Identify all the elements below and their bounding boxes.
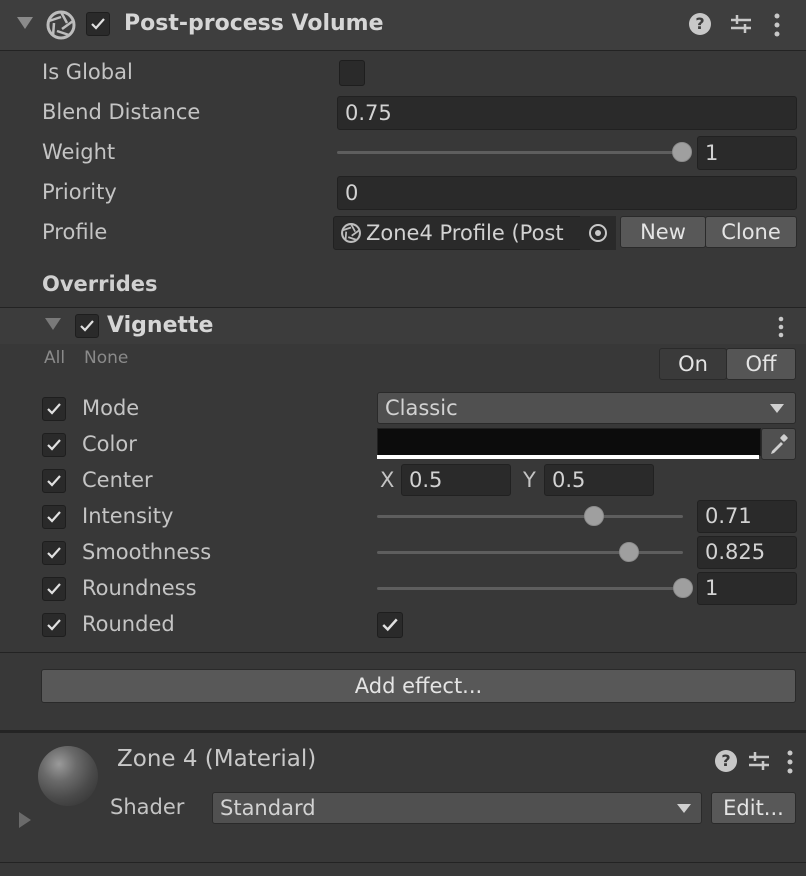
vignette-title: Vignette — [107, 313, 214, 338]
color-swatch[interactable] — [377, 428, 761, 456]
profile-aperture-icon — [340, 222, 362, 249]
blend-distance-label: Blend Distance — [42, 100, 201, 124]
weight-field[interactable]: 1 — [697, 136, 797, 170]
center-x-field[interactable]: 0.5 — [401, 464, 511, 496]
aperture-icon — [45, 9, 77, 46]
shader-label: Shader — [110, 795, 185, 819]
profile-label: Profile — [42, 220, 108, 244]
volume-header[interactable] — [0, 0, 806, 50]
profile-object-field[interactable]: Zone4 Profile (Post — [333, 216, 616, 250]
off-toggle-button[interactable]: Off — [726, 348, 796, 380]
material-preview-sphere — [38, 746, 98, 806]
center-label: Center — [82, 468, 153, 492]
smoothness-override-checkbox[interactable] — [42, 541, 66, 565]
center-x-label[interactable]: X — [380, 468, 394, 492]
object-picker-icon[interactable] — [580, 216, 616, 250]
mode-value: Classic — [385, 396, 458, 420]
smoothness-slider-thumb[interactable] — [619, 542, 640, 562]
material-title: Zone 4 (Material) — [117, 746, 317, 772]
intensity-field[interactable]: 0.71 — [697, 500, 797, 533]
rounded-label: Rounded — [82, 612, 175, 636]
rounded-override-checkbox[interactable] — [42, 613, 66, 637]
mode-label: Mode — [82, 396, 140, 420]
intensity-label: Intensity — [82, 504, 174, 528]
material-presets-icon[interactable] — [747, 749, 771, 778]
roundness-override-checkbox[interactable] — [42, 577, 66, 601]
mode-override-checkbox[interactable] — [42, 397, 66, 421]
priority-field[interactable]: 0 — [337, 176, 797, 210]
is-global-checkbox[interactable] — [339, 60, 365, 86]
add-effect-button[interactable]: Add effect... — [41, 669, 796, 703]
color-label: Color — [82, 432, 137, 456]
shader-dropdown[interactable]: Standard — [212, 792, 702, 824]
roundness-field[interactable]: 1 — [697, 572, 797, 605]
is-global-label: Is Global — [42, 60, 133, 84]
clone-profile-button[interactable]: Clone — [705, 216, 797, 248]
rounded-checkbox[interactable] — [377, 612, 403, 638]
color-alpha-bar — [377, 455, 759, 459]
blend-distance-field[interactable]: 0.75 — [337, 96, 797, 130]
presets-icon[interactable] — [729, 12, 753, 41]
intensity-slider-thumb[interactable] — [584, 506, 605, 526]
material-help-icon[interactable]: ? — [715, 750, 737, 772]
new-profile-button[interactable]: New — [620, 216, 706, 248]
foldout-arrow-icon[interactable] — [17, 17, 33, 29]
smoothness-field[interactable]: 0.825 — [697, 536, 797, 569]
on-toggle-button[interactable]: On — [659, 348, 727, 380]
shader-chevron-down-icon — [677, 804, 691, 813]
volume-enabled-checkbox[interactable] — [86, 12, 110, 36]
center-y-field[interactable]: 0.5 — [544, 464, 654, 496]
intensity-override-checkbox[interactable] — [42, 505, 66, 529]
priority-label: Priority — [42, 180, 117, 204]
edit-shader-button[interactable]: Edit... — [711, 792, 796, 824]
profile-value: Zone4 Profile (Post — [366, 221, 564, 245]
weight-label: Weight — [42, 140, 116, 164]
vignette-enabled-checkbox[interactable] — [75, 314, 99, 338]
roundness-slider-track[interactable] — [377, 587, 683, 590]
overrides-heading: Overrides — [42, 272, 158, 296]
mode-dropdown[interactable]: Classic — [377, 392, 796, 424]
help-icon[interactable]: ? — [689, 13, 711, 35]
kebab-menu-icon[interactable] — [772, 12, 782, 43]
material-foldout-icon[interactable] — [19, 812, 31, 828]
weight-slider-thumb[interactable] — [672, 142, 692, 162]
vignette-foldout-icon[interactable] — [45, 318, 61, 330]
intensity-slider-track[interactable] — [377, 515, 683, 518]
roundness-slider-thumb[interactable] — [673, 578, 693, 598]
roundness-label: Roundness — [82, 576, 197, 600]
volume-title: Post-process Volume — [124, 11, 384, 36]
all-link[interactable]: All — [44, 348, 65, 368]
color-override-checkbox[interactable] — [42, 433, 66, 457]
chevron-down-icon — [770, 404, 784, 413]
material-menu-icon[interactable] — [785, 749, 795, 780]
weight-slider-track[interactable] — [337, 151, 682, 154]
vignette-menu-icon[interactable] — [776, 315, 786, 344]
smoothness-label: Smoothness — [82, 540, 212, 564]
none-link[interactable]: None — [84, 348, 128, 368]
center-override-checkbox[interactable] — [42, 469, 66, 493]
shader-value: Standard — [220, 796, 316, 820]
eyedropper-icon[interactable] — [761, 428, 796, 460]
center-y-label[interactable]: Y — [523, 468, 536, 492]
